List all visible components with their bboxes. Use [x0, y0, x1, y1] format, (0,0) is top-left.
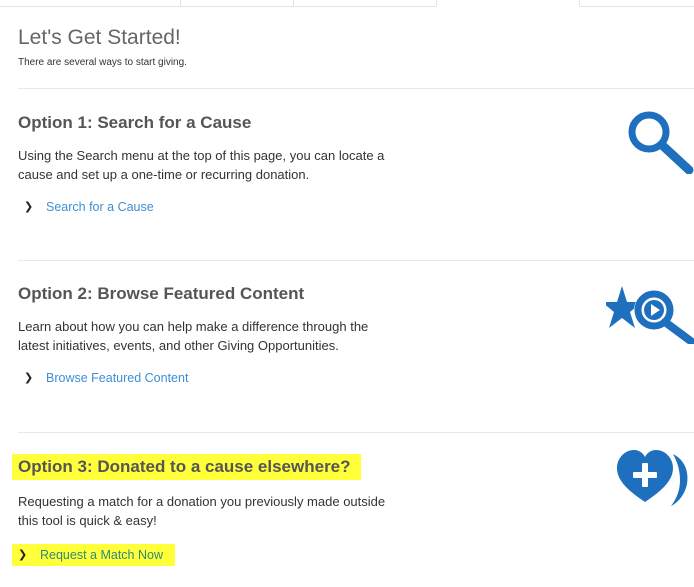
option-search-cause: Option 1: Search for a Cause Using the S… [18, 112, 694, 216]
link-label: Browse Featured Content [46, 371, 189, 385]
chevron-right-icon: ❯ [24, 201, 34, 213]
chevron-right-icon: ❯ [18, 549, 28, 561]
tab-active[interactable] [436, 0, 580, 7]
option-heading: Option 2: Browse Featured Content [18, 284, 305, 303]
page: Let's Get Started! There are several way… [0, 0, 694, 587]
tab-strip [0, 0, 694, 7]
section-divider [18, 260, 694, 261]
browse-featured-link[interactable]: ❯ Browse Featured Content [18, 369, 188, 387]
section-divider [18, 432, 694, 433]
tab[interactable] [180, 0, 294, 6]
tab[interactable] [293, 0, 437, 6]
featured-star-play-icon [606, 286, 694, 344]
link-label: Request a Match Now [40, 548, 163, 562]
chevron-right-icon: ❯ [24, 372, 34, 384]
option-description: Using the Search menu at the top of this… [18, 148, 385, 182]
heart-plus-icon [617, 450, 688, 506]
main-content: Let's Get Started! There are several way… [12, 24, 694, 566]
option-description: Requesting a match for a donation you pr… [18, 494, 386, 528]
search-cause-link[interactable]: ❯ Search for a Cause [18, 198, 154, 216]
section-divider [18, 88, 694, 89]
option-description: Learn about how you can help make a diff… [18, 319, 369, 353]
request-match-link[interactable]: ❯ Request a Match Now [12, 544, 175, 566]
option-heading: Option 3: Donated to a cause elsewhere? [12, 454, 361, 480]
link-label: Search for a Cause [46, 200, 154, 214]
option-heading: Option 1: Search for a Cause [18, 113, 252, 132]
option-request-match: Option 3: Donated to a cause elsewhere? … [12, 454, 694, 566]
option-browse-featured: Option 2: Browse Featured Content Learn … [18, 283, 694, 387]
page-title: Let's Get Started! [18, 26, 181, 49]
page-subtitle: There are several ways to start giving. [18, 57, 187, 68]
search-icon [628, 111, 694, 174]
